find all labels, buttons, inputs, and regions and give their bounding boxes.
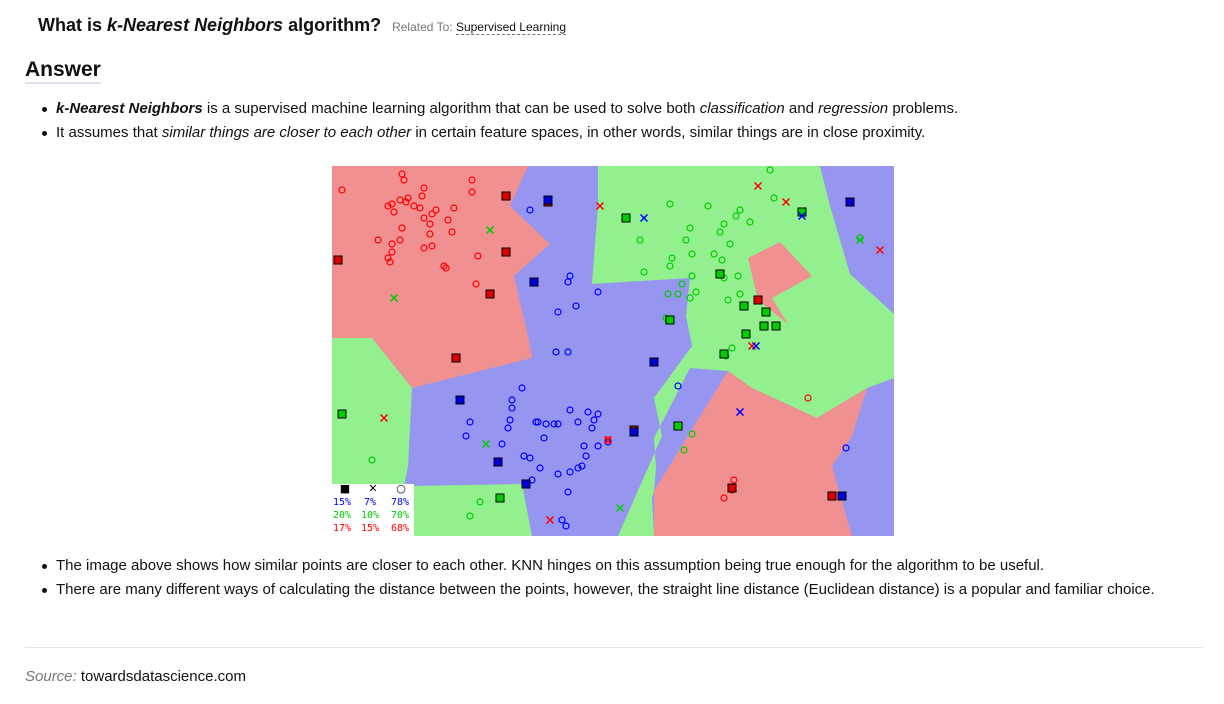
legend-percent: 78% [391, 497, 409, 508]
legend: ■ ✕ ○ 15% 7% 78% 20% 10% 70% 17% 15% 68% [332, 482, 414, 536]
square-point [673, 421, 683, 431]
classification-term: classification [699, 100, 785, 117]
legend-percent: 15% [361, 523, 379, 534]
legend-rows: 15% 7% 78% 20% 10% 70% 17% 15% 68% [333, 497, 409, 534]
square-point [837, 491, 847, 501]
square-point [649, 357, 659, 367]
legend-square-symbol: ■ [340, 482, 350, 495]
source-label: Source: [25, 668, 77, 685]
source-link[interactable]: towardsdatascience.com [81, 668, 246, 685]
square-point [501, 191, 511, 201]
square-point [493, 457, 503, 467]
list-text: It assumes that [56, 124, 162, 141]
square-point [543, 195, 553, 205]
square-point [719, 349, 729, 359]
square-point [333, 255, 343, 265]
square-point [451, 353, 461, 363]
legend-percent: 70% [391, 510, 409, 521]
answer-heading: Answer [25, 58, 101, 84]
region-green [412, 484, 532, 536]
legend-percent: 15% [333, 497, 351, 508]
list-item: There are many different ways of calcula… [40, 578, 1180, 602]
emphasis-text: similar things are closer to each other [161, 124, 412, 141]
divider [25, 647, 1203, 648]
knn-decision-boundary-figure: ■ ✕ ○ 15% 7% 78% 20% 10% 70% 17% 15% 68% [332, 166, 894, 536]
knn-term: k-Nearest Neighbors [56, 100, 203, 117]
answer-list-bottom: The image above shows how similar points… [40, 554, 1180, 602]
square-point [827, 491, 837, 501]
square-point [845, 197, 855, 207]
square-point [495, 493, 505, 503]
question-term: k-Nearest Neighbors [107, 15, 284, 35]
legend-percent: 68% [391, 523, 409, 534]
square-point [797, 207, 807, 217]
decision-regions [332, 166, 894, 536]
square-point [771, 321, 781, 331]
related-to: Related To: Supervised Learning [392, 20, 567, 35]
legend-percent: 7% [364, 497, 376, 508]
related-topic-link[interactable]: Supervised Learning [455, 20, 567, 35]
square-point [521, 479, 531, 489]
regression-term: regression [818, 100, 889, 117]
square-point [501, 247, 511, 257]
list-item: k-Nearest Neighbors is a supervised mach… [40, 97, 958, 121]
square-point [455, 395, 465, 405]
question-title: What is k-Nearest Neighbors algorithm? R… [38, 15, 567, 36]
list-text: is a supervised machine learning algorit… [202, 100, 700, 117]
legend-cross-symbol: ✕ [368, 482, 377, 495]
square-point [485, 289, 495, 299]
square-point [739, 301, 749, 311]
square-point [337, 409, 347, 419]
square-point [629, 427, 639, 437]
legend-circle-symbol: ○ [396, 482, 406, 495]
question-prefix: What is [38, 15, 108, 35]
source-line: Source: towardsdatascience.com [25, 668, 246, 685]
list-item: It assumes that similar things are close… [40, 121, 958, 145]
list-text: and [784, 100, 819, 117]
square-point [727, 483, 737, 493]
legend-percent: 10% [361, 510, 379, 521]
legend-percent: 20% [333, 510, 351, 521]
question-suffix: algorithm? [283, 15, 382, 35]
list-item: The image above shows how similar points… [40, 554, 1180, 578]
square-point [665, 315, 675, 325]
related-label: Related To: [392, 20, 453, 34]
square-point [761, 307, 771, 317]
answer-list-top: k-Nearest Neighbors is a supervised mach… [40, 97, 958, 145]
square-point [621, 213, 631, 223]
square-point [759, 321, 769, 331]
square-point [741, 329, 751, 339]
square-point [715, 269, 725, 279]
square-point [529, 277, 539, 287]
square-point [753, 295, 763, 305]
list-text: in certain feature spaces, in other word… [411, 124, 926, 141]
list-text: problems. [888, 100, 959, 117]
legend-percent: 17% [333, 523, 351, 534]
